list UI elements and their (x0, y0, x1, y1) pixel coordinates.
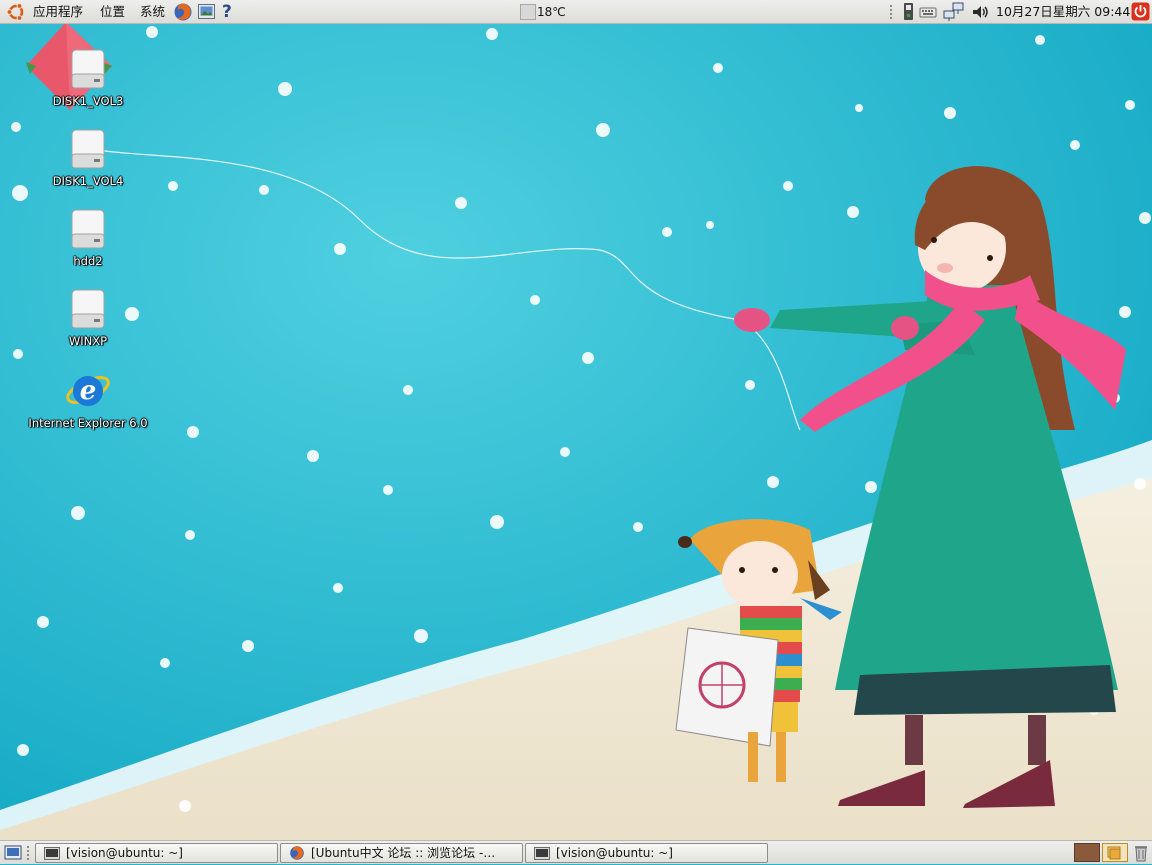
shutdown-icon[interactable] (1131, 2, 1150, 24)
desktop-icon-label: DISK1_VOL4 (52, 174, 124, 188)
desktop-icon-disk1-vol4[interactable]: DISK1_VOL4 (28, 128, 148, 188)
desktop-wallpaper (0, 0, 1152, 864)
workspace-1[interactable] (1074, 843, 1100, 862)
taskbar-button-label: [vision@ubuntu: ~] (556, 846, 673, 860)
help-icon[interactable]: ? (222, 1, 232, 23)
drive-icon (71, 129, 105, 169)
clock[interactable]: 10月27日星期六 09:44 (996, 0, 1130, 24)
network-icon[interactable] (943, 2, 965, 25)
svg-text:e: e (80, 376, 97, 406)
desktop-icon-winxp[interactable]: WINXP (28, 288, 148, 348)
drive-icon (71, 49, 105, 89)
volume-icon[interactable] (970, 2, 990, 25)
top-panel: 应用程序 位置 系统 ? 18℃ 10月27日星期六 09:44 (0, 0, 1152, 24)
panel-drag-handle[interactable] (889, 4, 893, 23)
terminal-icon (534, 847, 550, 862)
internet-explorer-icon: e (66, 376, 110, 406)
desktop-icon-label: DISK1_VOL3 (52, 94, 124, 108)
taskbar-button-terminal-2[interactable]: [vision@ubuntu: ~] (525, 843, 768, 863)
firefox-icon (289, 845, 305, 862)
desktop-icon-hdd2[interactable]: hdd2 (28, 208, 148, 268)
taskbar-button-terminal-1[interactable]: [vision@ubuntu: ~] (35, 843, 278, 863)
menu-system[interactable]: 系统 (140, 0, 165, 24)
taskbar-button-label: [Ubuntu中文 论坛 :: 浏览论坛 -… (311, 846, 496, 860)
panel-drag-handle[interactable] (26, 845, 30, 864)
drive-icon (71, 209, 105, 249)
show-desktop-icon[interactable] (4, 844, 22, 864)
keyboard-icon[interactable] (919, 4, 937, 23)
desktop-icon-label: WINXP (68, 334, 108, 348)
window-thumbnail-icon (1107, 846, 1121, 860)
trash-icon[interactable] (1134, 844, 1148, 865)
firefox-launcher-icon[interactable] (173, 2, 193, 25)
weather-temperature[interactable]: 18℃ (537, 0, 566, 24)
terminal-icon (44, 847, 60, 862)
desktop-icon-internet-explorer[interactable]: e Internet Explorer 6.0 (28, 366, 148, 430)
taskbar-button-label: [vision@ubuntu: ~] (66, 846, 183, 860)
device-manager-icon[interactable] (902, 2, 916, 25)
desktop-icon-label: hdd2 (73, 254, 103, 268)
ubuntu-logo-icon[interactable] (6, 3, 26, 24)
desktop-icon-disk1-vol3[interactable]: DISK1_VOL3 (28, 48, 148, 108)
image-viewer-launcher-icon[interactable] (197, 2, 216, 24)
bottom-panel: [vision@ubuntu: ~] [Ubuntu中文 论坛 :: 浏览论坛 … (0, 840, 1152, 864)
menu-places[interactable]: 位置 (100, 0, 125, 24)
menu-applications[interactable]: 应用程序 (33, 0, 83, 24)
weather-icon[interactable] (520, 4, 536, 23)
desktop-icon-label: Internet Explorer 6.0 (28, 416, 148, 430)
drive-icon (71, 289, 105, 329)
taskbar-button-firefox[interactable]: [Ubuntu中文 论坛 :: 浏览论坛 -… (280, 843, 523, 863)
workspace-2[interactable] (1102, 843, 1128, 862)
